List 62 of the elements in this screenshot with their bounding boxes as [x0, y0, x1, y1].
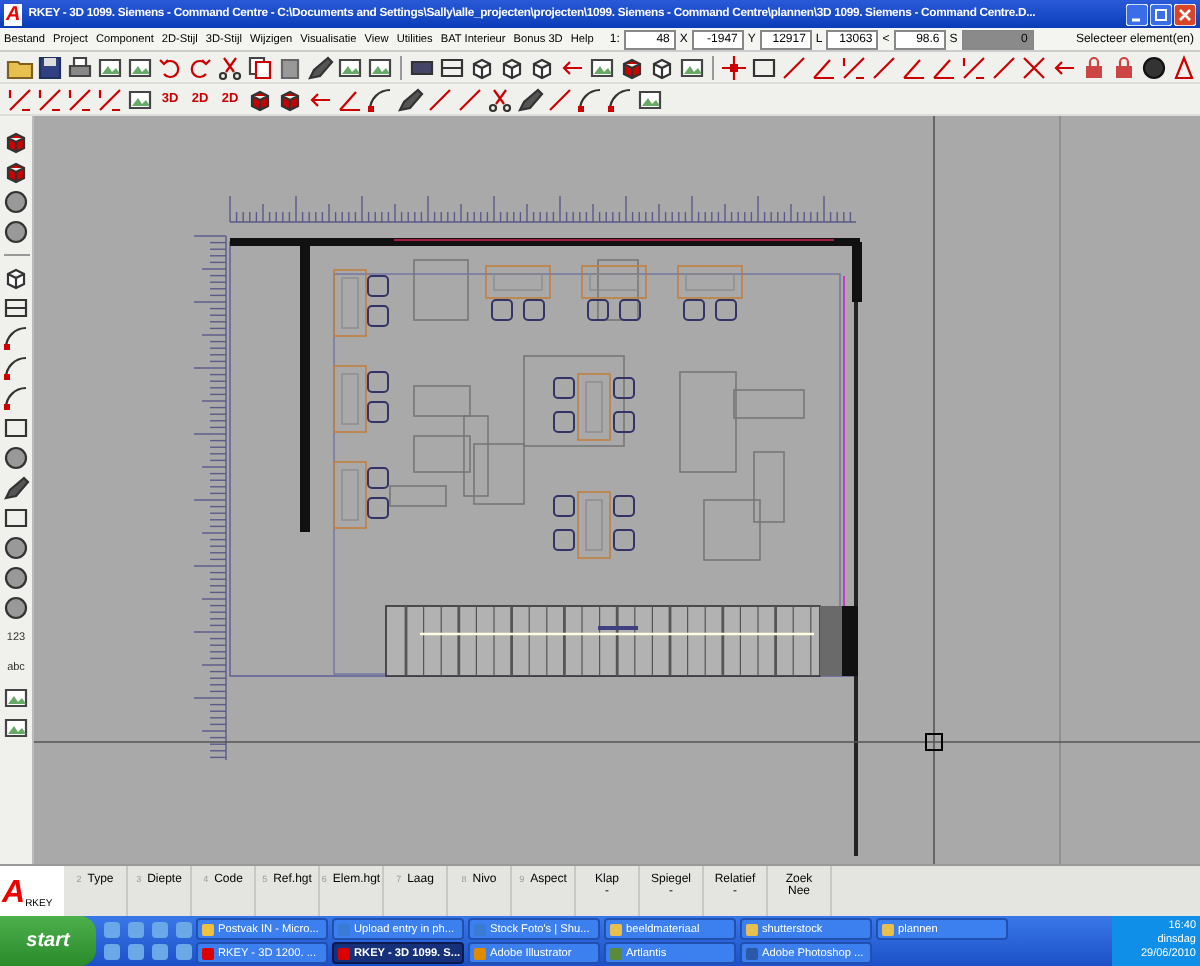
- close-icon[interactable]: [1174, 3, 1196, 25]
- dimension-icon[interactable]: [96, 85, 124, 113]
- pencil-icon[interactable]: [2, 474, 30, 502]
- picture-icon[interactable]: [126, 53, 154, 81]
- minimize-icon[interactable]: [1126, 3, 1148, 25]
- cube-icon[interactable]: [468, 53, 496, 81]
- picture-icon[interactable]: [2, 684, 30, 712]
- cube-icon[interactable]: [276, 85, 304, 113]
- dimension-icon[interactable]: [840, 53, 868, 81]
- arc-icon[interactable]: [576, 85, 604, 113]
- arc-icon[interactable]: [2, 384, 30, 412]
- cut-icon[interactable]: [486, 85, 514, 113]
- cube-icon[interactable]: [246, 85, 274, 113]
- cube-icon[interactable]: [648, 53, 676, 81]
- arc-icon[interactable]: [2, 324, 30, 352]
- redo-icon[interactable]: [186, 53, 214, 81]
- line-icon[interactable]: [870, 53, 898, 81]
- save-icon[interactable]: [36, 53, 64, 81]
- copy-icon[interactable]: [246, 53, 274, 81]
- line-icon[interactable]: [546, 85, 574, 113]
- dimension-icon[interactable]: [36, 85, 64, 113]
- line-icon[interactable]: [990, 53, 1018, 81]
- line-icon[interactable]: [780, 53, 808, 81]
- dimension-icon[interactable]: [6, 85, 34, 113]
- picture-icon[interactable]: [366, 53, 394, 81]
- rectangle-icon[interactable]: [2, 504, 30, 532]
- picture-icon[interactable]: [636, 85, 664, 113]
- cube-icon[interactable]: [2, 128, 30, 156]
- cube-icon[interactable]: [498, 53, 526, 81]
- drawing-canvas[interactable]: [34, 116, 1200, 864]
- cut-icon[interactable]: [216, 53, 244, 81]
- picture-icon[interactable]: [126, 85, 154, 113]
- rectangle-icon[interactable]: [750, 53, 778, 81]
- logo-mark: A: [2, 878, 26, 910]
- rectangle-icon[interactable]: [2, 414, 30, 442]
- picture-icon[interactable]: [336, 53, 364, 81]
- printer-icon[interactable]: [66, 53, 94, 81]
- arc-icon[interactable]: [606, 85, 634, 113]
- lock-icon[interactable]: [1110, 53, 1138, 81]
- crosshair-icon[interactable]: [720, 53, 748, 81]
- dimension-icon[interactable]: [960, 53, 988, 81]
- line-icon[interactable]: [426, 85, 454, 113]
- undo-icon[interactable]: [156, 53, 184, 81]
- paste-icon[interactable]: [276, 53, 304, 81]
- cursor-square: [925, 733, 943, 751]
- picture-icon[interactable]: [96, 53, 124, 81]
- picture-icon[interactable]: [588, 53, 616, 81]
- cube-icon[interactable]: [618, 53, 646, 81]
- line-icon[interactable]: [456, 85, 484, 113]
- lock-icon[interactable]: [1080, 53, 1108, 81]
- picture-icon[interactable]: [678, 53, 706, 81]
- maximize-icon[interactable]: [1150, 3, 1172, 25]
- cross-icon[interactable]: [1020, 53, 1048, 81]
- picture-icon[interactable]: [2, 714, 30, 742]
- app-logo: A: [4, 3, 23, 25]
- dimension-icon[interactable]: [66, 85, 94, 113]
- arc-icon[interactable]: [366, 85, 394, 113]
- cube-icon[interactable]: [528, 53, 556, 81]
- cube-icon[interactable]: [2, 158, 30, 186]
- cube-icon[interactable]: [2, 264, 30, 292]
- arc-icon[interactable]: [2, 354, 30, 382]
- triangle-icon[interactable]: [1170, 53, 1198, 81]
